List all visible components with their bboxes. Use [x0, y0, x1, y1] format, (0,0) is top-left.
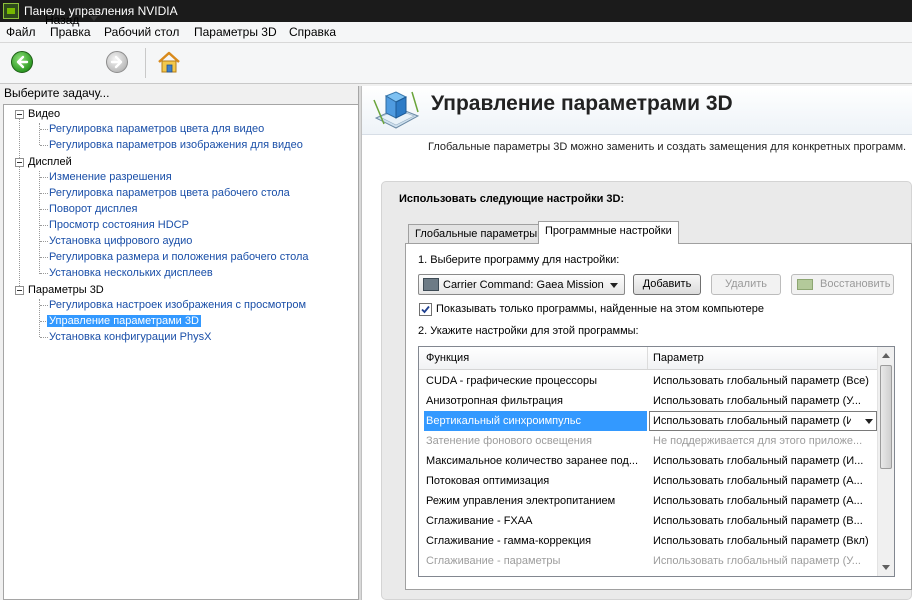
setting-value: Использовать глобальный параметр (А...	[653, 475, 863, 487]
setting-value: Использовать глобальный параметр (Все)	[653, 375, 869, 387]
tree-item-manage-3d-settings[interactable]: Управление параметрами 3D	[47, 315, 201, 327]
back-arrow-icon[interactable]	[11, 51, 33, 73]
tree-item-desktop-size[interactable]: Регулировка размера и положения рабочего…	[49, 251, 309, 263]
menu-help[interactable]: Справка	[289, 25, 336, 39]
table-row: Затенение фонового освещения Не поддержи…	[419, 431, 877, 451]
task-tree: Видео Регулировка параметров цвета для в…	[3, 104, 358, 600]
table-header: Функция Параметр	[419, 347, 877, 370]
setting-value: Использовать глобальный параметр (У...	[653, 555, 861, 567]
back-button-label[interactable]: Назад	[45, 13, 79, 27]
column-divider[interactable]	[647, 347, 648, 369]
tab-global-settings[interactable]: Глобальные параметры	[408, 224, 545, 244]
home-icon[interactable]	[156, 49, 182, 75]
setting-value: Использовать глобальный параметр (А...	[653, 495, 863, 507]
specify-settings-label: 2. Укажите настройки для этой программы:	[418, 325, 639, 337]
program-select[interactable]: Carrier Command: Gaea Mission	[418, 274, 625, 295]
title-bar: Панель управления NVIDIA	[0, 0, 912, 22]
3d-settings-icon	[372, 88, 422, 134]
setting-feature: Анизотропная фильтрация	[426, 395, 563, 407]
scrollbar-thumb[interactable]	[880, 365, 892, 469]
restore-button[interactable]: Восстановить	[791, 274, 894, 295]
select-program-label: 1. Выберите программу для настройки:	[418, 254, 620, 266]
menu-3d-settings[interactable]: Параметры 3D	[194, 25, 277, 39]
table-row[interactable]: Анизотропная фильтрация Использовать гло…	[419, 391, 877, 411]
table-row[interactable]: Сглаживание - гамма-коррекция Использова…	[419, 531, 877, 551]
table-row[interactable]: Сглаживание - FXAA Использовать глобальн…	[419, 511, 877, 531]
chevron-down-icon	[610, 283, 618, 288]
setting-feature: Сглаживание - FXAA	[426, 515, 533, 527]
settings-group-title: Использовать следующие настройки 3D:	[399, 193, 625, 205]
setting-feature: Сглаживание - параметры	[426, 555, 561, 567]
tree-category-video[interactable]: Видео	[28, 108, 60, 120]
setting-feature: Режим управления электропитанием	[426, 495, 616, 507]
setting-feature: Сглаживание - гамма-коррекция	[426, 535, 592, 547]
program-select-value: Carrier Command: Gaea Mission	[443, 279, 604, 291]
program-icon	[423, 278, 439, 291]
table-row-selected[interactable]: Вертикальный синхроимпульс Использовать …	[419, 411, 877, 431]
tree-item-desktop-color[interactable]: Регулировка параметров цвета рабочего ст…	[49, 187, 290, 199]
tree-category-display[interactable]: Дисплей	[28, 156, 72, 168]
setting-feature: Затенение фонового освещения	[426, 435, 592, 447]
menu-bar: Файл Правка Рабочий стол Параметры 3D Сп…	[0, 22, 912, 43]
menu-desktop[interactable]: Рабочий стол	[104, 25, 179, 39]
tree-item-image-preview[interactable]: Регулировка настроек изображения с просм…	[49, 299, 306, 311]
tree-item-video-color[interactable]: Регулировка параметров цвета для видео	[49, 123, 264, 135]
setting-value: Использовать глобальный параметр (У...	[653, 395, 861, 407]
tree-item-resolution[interactable]: Изменение разрешения	[49, 171, 172, 183]
setting-feature: Потоковая оптимизация	[426, 475, 550, 487]
restore-button-label: Восстановить	[820, 278, 891, 290]
menu-file[interactable]: Файл	[6, 25, 36, 39]
toolbar	[0, 43, 912, 84]
setting-value: Использовать глобальный параметр (Ис	[653, 415, 851, 427]
scroll-down-icon[interactable]	[882, 565, 890, 570]
forward-arrow-icon[interactable]	[106, 51, 128, 73]
table-row: Сглаживание - параметры Использовать гло…	[419, 551, 877, 571]
page-description: Глобальные параметры 3D можно заменить и…	[428, 141, 907, 153]
setting-value: Использовать глобальный параметр (И...	[653, 455, 864, 467]
table-row[interactable]: Режим управления электропитанием Использ…	[419, 491, 877, 511]
table-row[interactable]: CUDA - графические процессоры Использова…	[419, 371, 877, 391]
column-header-setting[interactable]: Параметр	[653, 352, 704, 364]
checkmark-icon	[421, 305, 430, 314]
show-only-found-label[interactable]: Показывать только программы, найденные н…	[436, 303, 764, 315]
add-button[interactable]: Добавить	[633, 274, 701, 295]
table-row[interactable]: Максимальное количество заранее под... И…	[419, 451, 877, 471]
scroll-up-icon[interactable]	[882, 353, 890, 358]
menu-edit[interactable]: Правка	[50, 25, 91, 39]
expand-3d-settings-icon[interactable]	[15, 286, 24, 295]
tree-item-multiple-displays[interactable]: Установка нескольких дисплеев	[49, 267, 213, 279]
setting-feature: CUDA - графические процессоры	[426, 375, 598, 387]
back-history-dropdown[interactable]	[90, 16, 98, 21]
table-scrollbar[interactable]	[877, 347, 894, 576]
nvidia-app-icon	[3, 3, 19, 19]
column-header-feature[interactable]: Функция	[426, 352, 469, 364]
nvidia-logo-icon	[797, 279, 813, 290]
tree-item-physx-config[interactable]: Установка конфигурации PhysX	[49, 331, 211, 343]
setting-value: Использовать глобальный параметр (В...	[653, 515, 863, 527]
expand-video-icon[interactable]	[15, 110, 24, 119]
table-row[interactable]: Потоковая оптимизация Использовать глоба…	[419, 471, 877, 491]
tree-item-hdcp-status[interactable]: Просмотр состояния HDCP	[49, 219, 189, 231]
page-title: Управление параметрами 3D	[431, 92, 733, 115]
tab-program-settings[interactable]: Программные настройки	[538, 221, 679, 244]
settings-table: Функция Параметр CUDA - графические проц…	[418, 346, 895, 577]
show-only-found-checkbox[interactable]	[419, 303, 432, 316]
setting-feature: Вертикальный синхроимпульс	[426, 415, 582, 427]
tree-category-3d-settings[interactable]: Параметры 3D	[28, 284, 104, 296]
setting-value: Использовать глобальный параметр (Вкл)	[653, 535, 869, 547]
setting-value: Не поддерживается для этого приложе...	[653, 435, 863, 447]
task-list-header: Выберите задачу...	[4, 86, 110, 100]
toolbar-separator	[145, 48, 146, 78]
tree-item-video-image[interactable]: Регулировка параметров изображения для в…	[49, 139, 303, 151]
setting-feature: Максимальное количество заранее под...	[426, 455, 639, 467]
expand-display-icon[interactable]	[15, 158, 24, 167]
tree-item-rotate-display[interactable]: Поворот дисплея	[49, 203, 137, 215]
delete-button[interactable]: Удалить	[711, 274, 781, 295]
tree-item-digital-audio[interactable]: Установка цифрового аудио	[49, 235, 192, 247]
chevron-down-icon[interactable]	[865, 419, 873, 424]
